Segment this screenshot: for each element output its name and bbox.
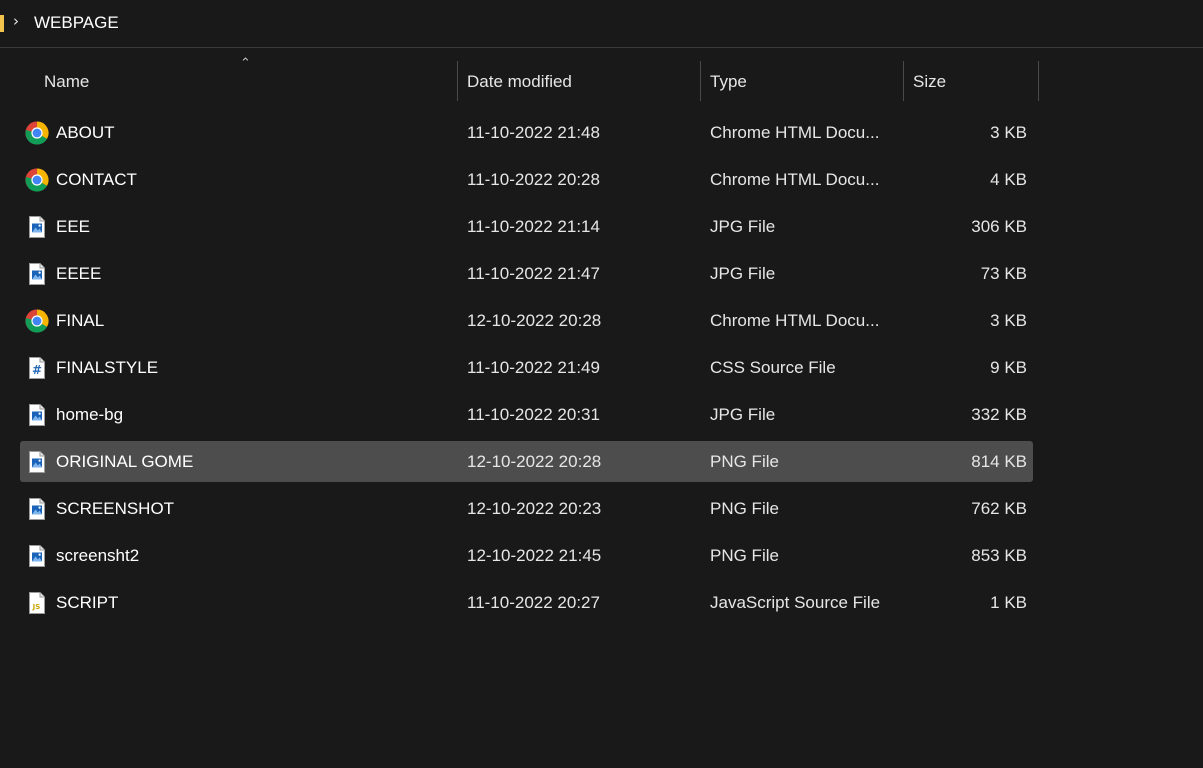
file-size: 1 KB xyxy=(990,593,1027,612)
column-divider[interactable] xyxy=(457,61,458,101)
file-name: SCRIPT xyxy=(56,593,119,612)
file-date-modified: 11-10-2022 21:14 xyxy=(467,217,600,236)
folder-icon xyxy=(0,15,4,32)
file-type: PNG File xyxy=(710,546,779,565)
file-date-modified: 11-10-2022 20:28 xyxy=(467,170,600,189)
file-date-modified: 12-10-2022 20:28 xyxy=(467,452,602,471)
file-row[interactable]: ABOUT 11-10-2022 21:48 Chrome HTML Docu...… xyxy=(20,112,1033,153)
file-date-modified: 12-10-2022 20:23 xyxy=(467,499,602,518)
column-divider[interactable] xyxy=(1038,61,1039,101)
file-name: screensht2 xyxy=(56,546,140,565)
file-type: PNG File xyxy=(710,499,779,518)
file-type: JPG File xyxy=(710,264,776,283)
breadcrumb-folder[interactable]: WEBPAGE xyxy=(34,13,119,33)
file-size: 3 KB xyxy=(990,123,1027,142)
file-size: 306 KB xyxy=(971,217,1027,236)
file-row[interactable]: ORIGINAL GOME 12-10-2022 20:28 PNG File 814… xyxy=(20,441,1033,482)
image-file-icon xyxy=(25,215,49,239)
column-header-date[interactable]: Date modified xyxy=(467,62,697,102)
file-size: 9 KB xyxy=(990,358,1027,377)
chrome-icon xyxy=(25,309,49,333)
image-file-icon xyxy=(25,497,49,521)
js-file-icon: JS xyxy=(25,591,49,615)
column-divider[interactable] xyxy=(903,61,904,101)
file-row[interactable]: EEE 11-10-2022 21:14 JPG File 306 KB xyxy=(20,206,1033,247)
chrome-icon xyxy=(25,121,49,145)
column-header-size[interactable]: Size xyxy=(913,62,1033,102)
file-row[interactable]: CONTACT 11-10-2022 20:28 Chrome HTML Docu.… xyxy=(20,159,1033,200)
file-name: ORIGINAL GOME xyxy=(56,452,194,471)
chevron-right-icon[interactable]: › xyxy=(13,12,19,30)
file-size: 814 KB xyxy=(971,452,1027,471)
file-date-modified: 11-10-2022 20:31 xyxy=(467,405,600,424)
file-name: FINALSTYLE xyxy=(56,358,159,377)
file-type: Chrome HTML Docu... xyxy=(710,311,880,330)
file-size: 762 KB xyxy=(971,499,1027,518)
image-file-icon xyxy=(25,544,49,568)
breadcrumb: › WEBPAGE xyxy=(0,0,1203,48)
file-row[interactable]: # FINALSTYLE 11-10-2022 21:49 CSS Source Fi… xyxy=(20,347,1033,388)
file-row[interactable]: EEEE 11-10-2022 21:47 JPG File 73 KB xyxy=(20,253,1033,294)
file-type: PNG File xyxy=(710,452,779,471)
file-date-modified: 11-10-2022 21:49 xyxy=(467,358,600,377)
file-date-modified: 12-10-2022 20:28 xyxy=(467,311,602,330)
file-name: EEE xyxy=(56,217,91,236)
image-file-icon xyxy=(25,262,49,286)
column-divider[interactable] xyxy=(700,61,701,101)
file-size: 332 KB xyxy=(971,405,1027,424)
file-name: CONTACT xyxy=(56,170,137,189)
file-row[interactable]: SCREENSHOT 12-10-2022 20:23 PNG File 762 KB xyxy=(20,488,1033,529)
svg-text:#: # xyxy=(32,363,42,377)
file-date-modified: 12-10-2022 21:45 xyxy=(467,546,602,565)
file-size: 4 KB xyxy=(990,170,1027,189)
file-size: 73 KB xyxy=(980,264,1027,283)
file-name: EEEE xyxy=(56,264,102,283)
column-header-name[interactable]: Name xyxy=(44,62,454,102)
file-size: 3 KB xyxy=(990,311,1027,330)
image-file-icon xyxy=(25,450,49,474)
file-name: SCREENSHOT xyxy=(56,499,175,518)
file-name: ABOUT xyxy=(56,123,115,142)
file-row[interactable]: home-bg 11-10-2022 20:31 JPG File 332 KB xyxy=(20,394,1033,435)
file-type: Chrome HTML Docu... xyxy=(710,170,880,189)
file-row[interactable]: JS SCRIPT 11-10-2022 20:27 JavaScript Sourc… xyxy=(20,582,1033,623)
file-type: JPG File xyxy=(710,405,776,424)
file-type: CSS Source File xyxy=(710,358,836,377)
file-type: JPG File xyxy=(710,217,776,236)
file-date-modified: 11-10-2022 20:27 xyxy=(467,593,600,612)
file-type: Chrome HTML Docu... xyxy=(710,123,880,142)
file-date-modified: 11-10-2022 21:47 xyxy=(467,264,600,283)
css-file-icon: # xyxy=(25,356,49,380)
file-row[interactable]: screensht2 12-10-2022 21:45 PNG File 853 KB xyxy=(20,535,1033,576)
file-date-modified: 11-10-2022 21:48 xyxy=(467,123,600,142)
file-size: 853 KB xyxy=(971,546,1027,565)
file-row[interactable]: FINAL 12-10-2022 20:28 Chrome HTML Docu...… xyxy=(20,300,1033,341)
file-name: home-bg xyxy=(56,405,124,424)
file-type: JavaScript Source File xyxy=(710,593,881,612)
column-header-type[interactable]: Type xyxy=(710,62,900,102)
svg-text:JS: JS xyxy=(32,603,41,611)
file-name: FINAL xyxy=(56,311,105,330)
chrome-icon xyxy=(25,168,49,192)
image-file-icon xyxy=(25,403,49,427)
